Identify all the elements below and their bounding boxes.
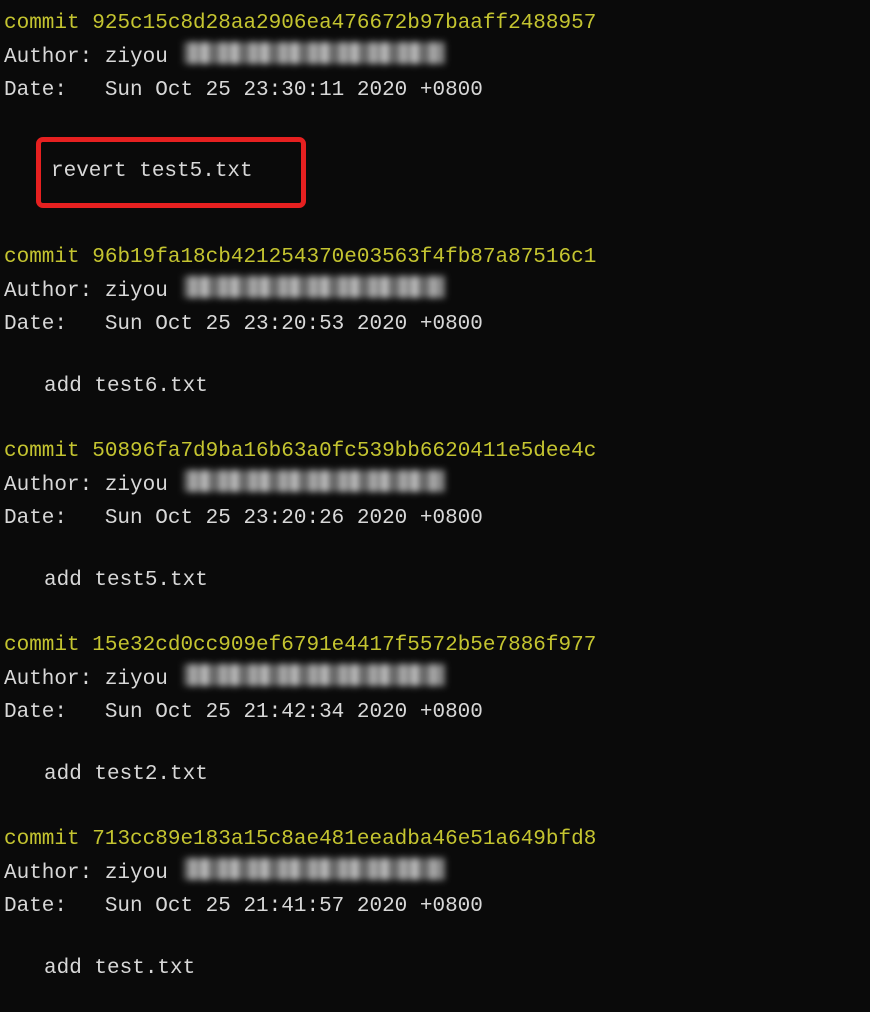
author-name: ziyou (105, 668, 168, 691)
commit-hash: 50896fa7d9ba16b63a0fc539bb6620411e5dee4c (92, 440, 596, 463)
commit-entry: commit 925c15c8d28aa2906ea476672b97baaff… (4, 8, 866, 208)
commit-date: Sun Oct 25 23:30:11 2020 +0800 (105, 79, 483, 102)
commit-message: add test6.txt (44, 375, 208, 398)
git-log-output: commit 925c15c8d28aa2906ea476672b97baaff… (4, 8, 866, 984)
author-line: Author: ziyou (4, 470, 866, 502)
author-email-redacted (184, 276, 444, 298)
date-label: Date: (4, 79, 67, 102)
author-line: Author: ziyou (4, 664, 866, 696)
author-name: ziyou (105, 280, 168, 303)
commit-date: Sun Oct 25 21:42:34 2020 +0800 (105, 701, 483, 724)
date-line: Date: Sun Oct 25 23:20:53 2020 +0800 (4, 309, 866, 341)
author-label: Author: (4, 280, 92, 303)
author-line: Author: ziyou (4, 858, 866, 890)
author-label: Author: (4, 46, 92, 69)
author-email-redacted (184, 470, 444, 492)
author-email-redacted (184, 42, 444, 64)
commit-message-block: add test.txt (44, 953, 866, 985)
commit-entry: commit 96b19fa18cb421254370e03563f4fb87a… (4, 242, 866, 402)
commit-hash: 96b19fa18cb421254370e03563f4fb87a87516c1 (92, 246, 596, 269)
author-line: Author: ziyou (4, 42, 866, 74)
commit-message-block: add test5.txt (44, 565, 866, 597)
commit-entry: commit 713cc89e183a15c8ae481eeadba46e51a… (4, 824, 866, 984)
commit-message: add test2.txt (44, 763, 208, 786)
commit-keyword: commit (4, 828, 80, 851)
commit-hash-line: commit 96b19fa18cb421254370e03563f4fb87a… (4, 242, 866, 274)
highlight-box: revert test5.txt (36, 137, 306, 209)
date-line: Date: Sun Oct 25 21:42:34 2020 +0800 (4, 697, 866, 729)
author-line: Author: ziyou (4, 276, 866, 308)
commit-date: Sun Oct 25 23:20:53 2020 +0800 (105, 313, 483, 336)
commit-message: add test.txt (44, 957, 195, 980)
author-name: ziyou (105, 46, 168, 69)
commit-hash: 925c15c8d28aa2906ea476672b97baaff2488957 (92, 12, 596, 35)
date-line: Date: Sun Oct 25 23:20:26 2020 +0800 (4, 503, 866, 535)
commit-message: add test5.txt (44, 569, 208, 592)
commit-hash-line: commit 713cc89e183a15c8ae481eeadba46e51a… (4, 824, 866, 856)
author-name: ziyou (105, 474, 168, 497)
commit-keyword: commit (4, 634, 80, 657)
date-label: Date: (4, 313, 67, 336)
commit-message-block: add test2.txt (44, 759, 866, 791)
date-label: Date: (4, 701, 67, 724)
commit-entry: commit 50896fa7d9ba16b63a0fc539bb6620411… (4, 436, 866, 596)
author-label: Author: (4, 474, 92, 497)
commit-date: Sun Oct 25 23:20:26 2020 +0800 (105, 507, 483, 530)
date-label: Date: (4, 895, 67, 918)
commit-message-block: add test6.txt (44, 371, 866, 403)
commit-date: Sun Oct 25 21:41:57 2020 +0800 (105, 895, 483, 918)
commit-keyword: commit (4, 440, 80, 463)
commit-hash: 713cc89e183a15c8ae481eeadba46e51a649bfd8 (92, 828, 596, 851)
commit-keyword: commit (4, 246, 80, 269)
date-line: Date: Sun Oct 25 21:41:57 2020 +0800 (4, 891, 866, 923)
commit-message: revert test5.txt (51, 160, 253, 183)
author-name: ziyou (105, 862, 168, 885)
commit-hash-line: commit 15e32cd0cc909ef6791e4417f5572b5e7… (4, 630, 866, 662)
author-email-redacted (184, 664, 444, 686)
author-label: Author: (4, 862, 92, 885)
date-line: Date: Sun Oct 25 23:30:11 2020 +0800 (4, 75, 866, 107)
author-email-redacted (184, 858, 444, 880)
commit-hash: 15e32cd0cc909ef6791e4417f5572b5e7886f977 (92, 634, 596, 657)
date-label: Date: (4, 507, 67, 530)
commit-hash-line: commit 50896fa7d9ba16b63a0fc539bb6620411… (4, 436, 866, 468)
commit-entry: commit 15e32cd0cc909ef6791e4417f5572b5e7… (4, 630, 866, 790)
commit-message-block: revert test5.txt (44, 137, 866, 209)
author-label: Author: (4, 668, 92, 691)
commit-hash-line: commit 925c15c8d28aa2906ea476672b97baaff… (4, 8, 866, 40)
commit-keyword: commit (4, 12, 80, 35)
